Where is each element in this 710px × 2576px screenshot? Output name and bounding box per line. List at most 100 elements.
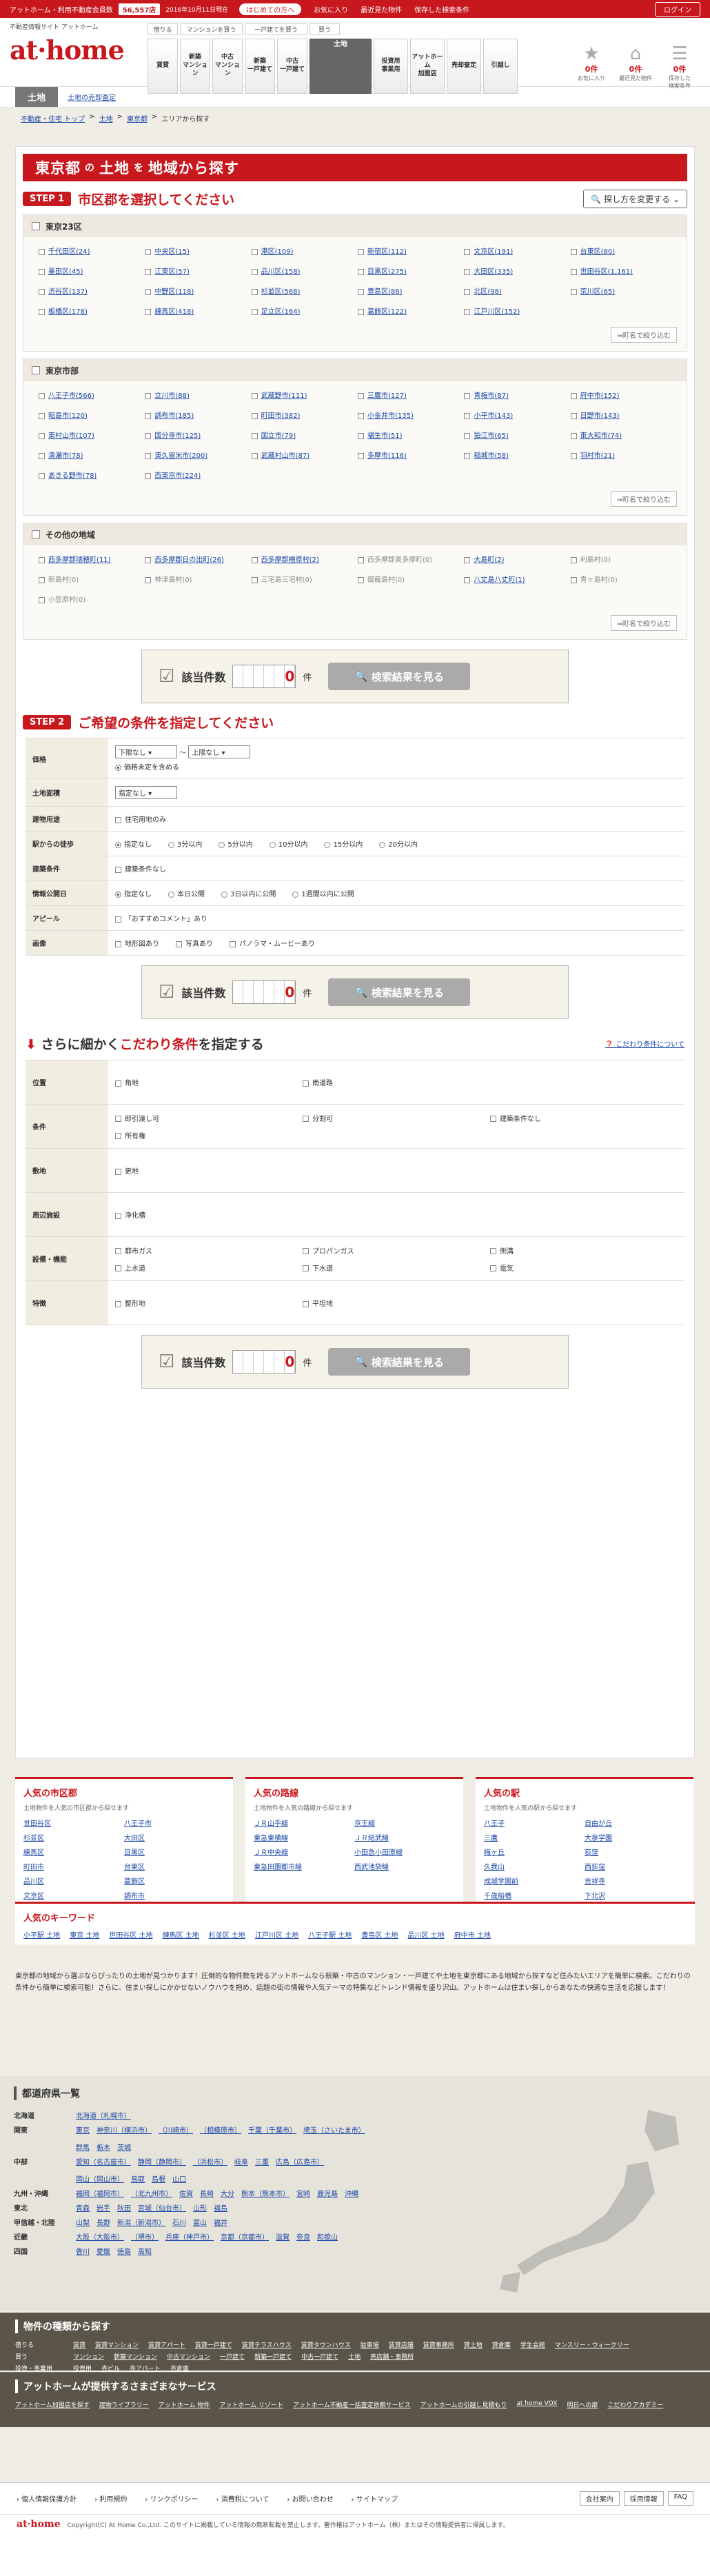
property-link[interactable]: 土地: [348, 2352, 361, 2361]
popular-link[interactable]: 吉祥寺: [585, 1875, 685, 1886]
kodawari-option[interactable]: 都市ガス: [115, 1245, 303, 1256]
sell-appraisal-link[interactable]: 土地の売却査定: [68, 92, 116, 102]
favorites-link[interactable]: お気に入り: [314, 4, 348, 14]
area-item[interactable]: 渋谷区(137): [39, 285, 145, 296]
area-item[interactable]: 荒川区(65): [570, 285, 677, 296]
popular-link[interactable]: 京王線: [354, 1818, 455, 1828]
search-results-button[interactable]: 🔍 検索結果を見る: [328, 978, 471, 1006]
pref-link[interactable]: 秋田: [117, 2202, 131, 2213]
pref-link[interactable]: 鳥取: [131, 2173, 145, 2184]
area-item[interactable]: 西東京市(224): [145, 470, 251, 480]
popular-link[interactable]: 荻窪: [585, 1847, 685, 1857]
pref-link[interactable]: 埼玉（さいたま市）: [303, 2124, 365, 2135]
popular-link[interactable]: 東急東横線: [254, 1832, 354, 1842]
area-group-header[interactable]: 東京市部: [23, 359, 687, 381]
kodawari-option[interactable]: 側溝: [490, 1245, 678, 1256]
popular-link[interactable]: 三鷹: [484, 1832, 585, 1842]
footer-link[interactable]: › 個人情報保護方針: [17, 2493, 77, 2504]
popular-link[interactable]: 自由が丘: [585, 1818, 685, 1828]
pref-link[interactable]: 山口: [172, 2173, 186, 2184]
area-item[interactable]: 葛飾区(122): [357, 305, 464, 316]
area-item[interactable]: 府中市(152): [570, 390, 677, 400]
narrow-by-town-button[interactable]: ⇒町名で絞り込む: [610, 327, 677, 343]
property-link[interactable]: 賃貸: [73, 2340, 85, 2349]
pref-link[interactable]: 三重: [255, 2156, 269, 2166]
breadcrumb-item[interactable]: 東京都: [127, 113, 148, 123]
area-item[interactable]: 目黒区(275): [357, 265, 464, 276]
kodawari-option[interactable]: 平坦地: [303, 1298, 490, 1308]
area-item[interactable]: 昭島市(120): [39, 410, 145, 420]
service-link[interactable]: アットホーム リゾート: [219, 2400, 283, 2409]
header-icon-1[interactable]: ⌂ 0件 最近見た物件: [616, 44, 655, 90]
area-item[interactable]: 杉並区(568): [251, 285, 358, 296]
search-results-button[interactable]: 🔍 検索結果を見る: [328, 1348, 471, 1376]
walk-option[interactable]: 3分以内: [168, 838, 202, 849]
pub-option[interactable]: 3日以内に公開: [221, 888, 276, 898]
footer-link[interactable]: › 利用規約: [94, 2493, 127, 2504]
pref-link[interactable]: 石川: [172, 2217, 186, 2227]
pref-link[interactable]: 香川: [76, 2246, 90, 2256]
area-item[interactable]: 板橋区(178): [39, 305, 145, 316]
area-item[interactable]: 西多摩郡日の出町(26): [145, 554, 251, 564]
nav-item-2[interactable]: 中古 マンション: [212, 39, 243, 94]
area-item[interactable]: あきる野市(78): [39, 470, 145, 480]
img-option[interactable]: パノラマ・ムービーあり: [230, 938, 315, 948]
img-option[interactable]: 地形図あり: [115, 938, 159, 948]
pref-link[interactable]: （堺市）: [131, 2231, 159, 2242]
breadcrumb-item[interactable]: 不動産・住宅 トップ: [21, 113, 85, 123]
pref-link[interactable]: 長野: [97, 2217, 110, 2227]
pref-link[interactable]: 静岡（静岡市）: [138, 2156, 186, 2166]
kodawari-option[interactable]: 浄化槽: [115, 1209, 303, 1220]
pref-link[interactable]: 福島: [214, 2202, 227, 2213]
area-item[interactable]: 品川区(158): [251, 265, 358, 276]
footer-right-link[interactable]: 採用情報: [623, 2491, 664, 2506]
price-min-select[interactable]: 下限なし ▾: [115, 745, 177, 758]
property-link[interactable]: 新築マンション: [114, 2352, 157, 2361]
kodawari-option[interactable]: 即引渡し可: [115, 1113, 303, 1123]
breadcrumb-item[interactable]: 土地: [99, 113, 113, 123]
area-item[interactable]: 江東区(57): [145, 265, 251, 276]
footer-link[interactable]: › リンクポリシー: [145, 2493, 198, 2504]
pref-link[interactable]: 福岡（福岡市）: [76, 2188, 124, 2198]
area-item[interactable]: 東大和市(74): [570, 430, 677, 440]
property-link[interactable]: 中古マンション: [167, 2352, 210, 2361]
popular-link[interactable]: 文京区: [23, 1890, 124, 1900]
area-item[interactable]: 八王子市(566): [39, 390, 145, 400]
header-icon-2[interactable]: ☰ 0件 保存した 検索条件: [660, 44, 699, 90]
keyword-link[interactable]: 豊島区 土地: [361, 1929, 398, 1940]
keyword-link[interactable]: 江戸川区 土地: [255, 1929, 298, 1940]
narrow-by-town-button[interactable]: ⇒町名で絞り込む: [610, 615, 677, 631]
popular-link[interactable]: 西武池袋線: [354, 1861, 455, 1871]
change-search-method-button[interactable]: 🔍 探し方を変更する ⌄: [583, 189, 687, 208]
area-item[interactable]: 練馬区(418): [145, 305, 251, 316]
area-item[interactable]: 東村山市(107): [39, 430, 145, 440]
area-item[interactable]: 町田市(382): [251, 410, 358, 420]
area-item[interactable]: 大島町(2): [464, 554, 570, 564]
pub-option[interactable]: 本日公開: [168, 888, 205, 898]
walk-option[interactable]: 15分以内: [324, 838, 363, 849]
pub-option[interactable]: 指定なし: [115, 888, 152, 898]
area-item[interactable]: 新宿区(112): [357, 245, 464, 256]
service-link[interactable]: アットホーム加盟店を探す: [15, 2400, 90, 2409]
popular-link[interactable]: 小田急小田原線: [354, 1847, 455, 1857]
price-undetermined-check[interactable]: 価格未定を含める: [115, 761, 678, 772]
service-link[interactable]: アットホーム不動産一括査定依頼サービス: [293, 2400, 411, 2409]
kodawari-option[interactable]: 所有権: [115, 1130, 303, 1140]
area-item[interactable]: 日野市(143): [570, 410, 677, 420]
pref-link[interactable]: （相模原市）: [200, 2124, 241, 2135]
area-item[interactable]: 足立区(164): [251, 305, 358, 316]
login-button[interactable]: ログイン: [655, 1, 700, 17]
area-item[interactable]: 福生市(51): [357, 430, 464, 440]
keyword-link[interactable]: 練馬区 土地: [163, 1929, 199, 1940]
area-item[interactable]: 立川市(88): [145, 390, 251, 400]
property-link[interactable]: 中古一戸建て: [301, 2352, 338, 2361]
popular-link[interactable]: 久我山: [484, 1861, 585, 1871]
price-max-select[interactable]: 上限なし ▾: [188, 745, 251, 758]
nav-item-4[interactable]: 中古 一戸建て: [277, 39, 307, 94]
popular-link[interactable]: 調布市: [124, 1890, 225, 1900]
area-item[interactable]: 西多摩郡檜原村(2): [251, 554, 358, 564]
popular-link[interactable]: 大泉学園: [585, 1832, 685, 1842]
property-link[interactable]: 学生会館: [520, 2340, 545, 2349]
area-item[interactable]: 港区(109): [251, 245, 358, 256]
popular-link[interactable]: 八王子市: [124, 1818, 225, 1828]
